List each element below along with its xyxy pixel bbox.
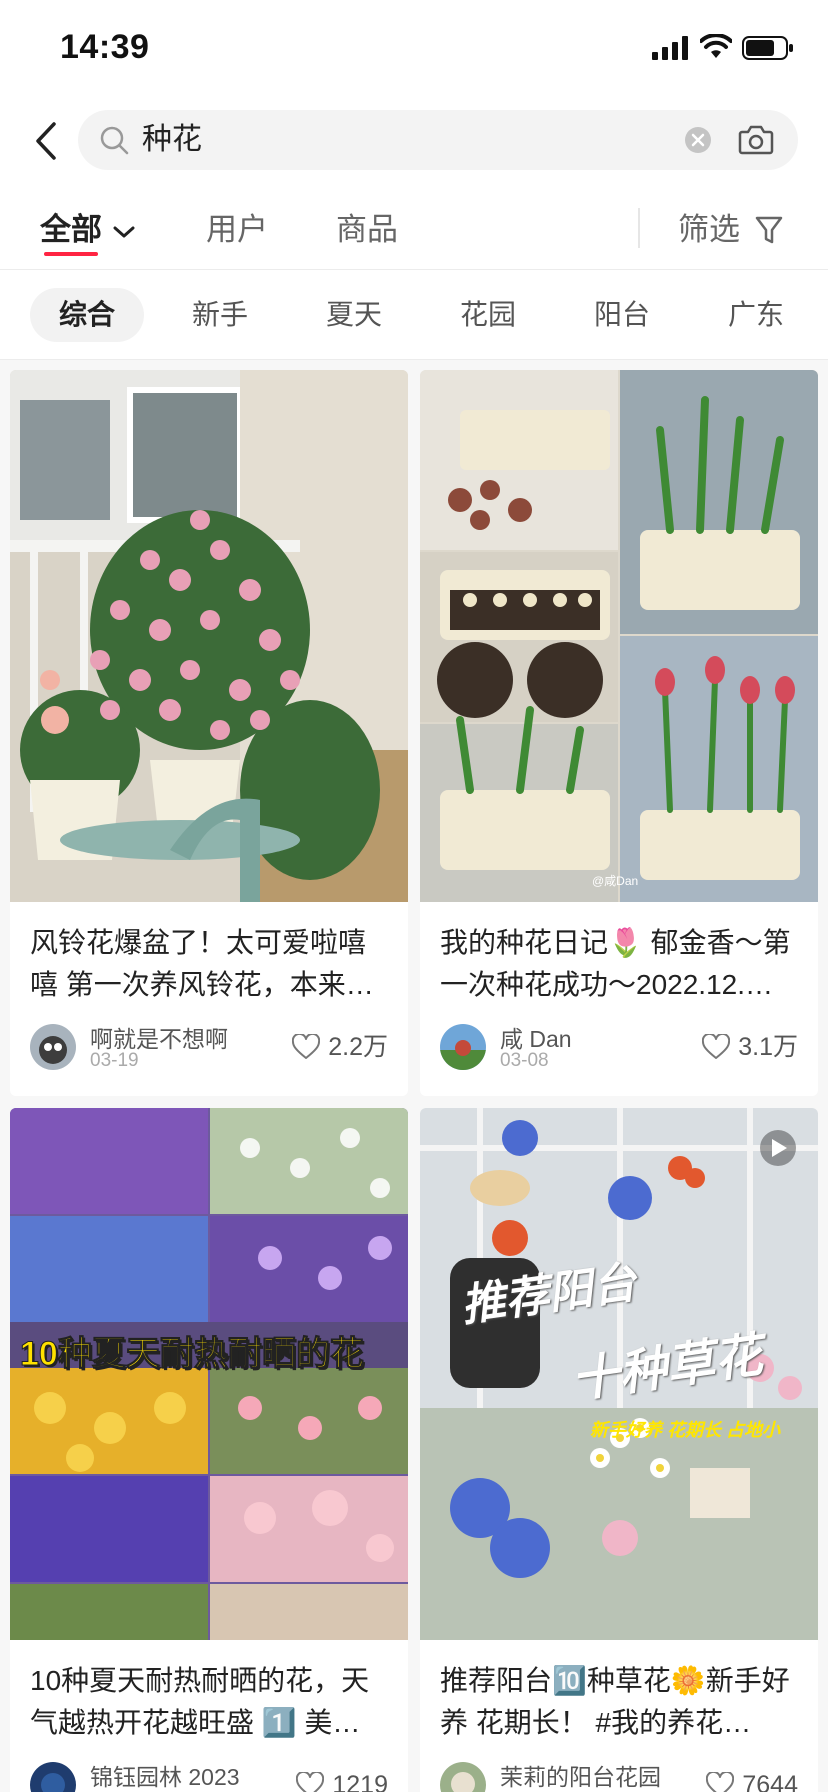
like-count[interactable]: 1219 <box>296 1770 388 1792</box>
note-cover-image[interactable]: @咸Dan <box>420 370 818 902</box>
chip-balcony[interactable]: 阳台 <box>565 288 679 342</box>
search-bar[interactable]: 种花 <box>78 110 798 170</box>
note-card[interactable]: @咸Dan 我的种花日记🌷 郁金香～第一次种花成功～2022.12.… 咸 Da… <box>420 370 818 1096</box>
search-query[interactable]: 种花 <box>142 122 202 158</box>
tab-goods[interactable]: 商品 <box>336 208 398 252</box>
avatar[interactable] <box>30 1024 76 1070</box>
like-count[interactable]: 3.1万 <box>702 1032 798 1062</box>
tab-users[interactable]: 用户 <box>206 208 268 252</box>
chip-beginner[interactable]: 新手 <box>163 288 277 342</box>
status-time: 14:39 <box>60 28 150 66</box>
filter-button[interactable]: 筛选 <box>678 208 783 252</box>
author-name[interactable]: 茉莉的阳台花园 <box>500 1758 661 1792</box>
result-type-tabs: 全部 用户 商品 筛选 <box>0 190 828 270</box>
heart-icon <box>296 1772 325 1792</box>
chip-guangdong[interactable]: 广东 <box>699 288 813 342</box>
status-bar: 14:39 <box>0 0 828 92</box>
chip-garden[interactable]: 花园 <box>431 288 545 342</box>
filter-funnel-icon <box>755 216 783 244</box>
active-tab-indicator <box>44 252 98 256</box>
clear-icon[interactable] <box>684 126 712 154</box>
tab-all-label: 全部 <box>40 212 102 247</box>
avatar[interactable] <box>440 1024 486 1070</box>
note-card[interactable]: 推荐阳台 十种草花 新手好养 花期长 占地小 推荐阳台🔟种草花🌼新手好养 花期长… <box>420 1108 818 1792</box>
heart-icon <box>706 1772 735 1792</box>
note-cover-image[interactable] <box>10 370 408 902</box>
author-name[interactable]: 咸 Dan <box>500 1020 572 1054</box>
avatar[interactable] <box>440 1762 486 1792</box>
cover-overlay-sub: 新手好养 花期长 占地小 <box>590 1420 781 1440</box>
heart-icon <box>292 1034 321 1059</box>
note-cover-image[interactable]: 10种夏天耐热耐晒的花 <box>10 1108 408 1640</box>
search-icon <box>100 126 129 155</box>
post-date: 03-19 <box>90 1050 139 1071</box>
battery-icon <box>742 36 793 60</box>
author-name[interactable]: 锦钰园林 2023 <box>90 1758 240 1792</box>
like-count-value: 2.2万 <box>328 1033 388 1061</box>
like-count-value: 1219 <box>332 1771 388 1792</box>
keyword-chips: 综合 新手 夏天 花园 阳台 广东 <box>0 272 828 360</box>
author-name[interactable]: 啊就是不想啊 <box>90 1020 228 1054</box>
note-card[interactable]: 10种夏天耐热耐晒的花 10种夏天耐热耐晒的花，天气越热开花越旺盛 1️⃣ 美…… <box>10 1108 408 1792</box>
note-card[interactable]: 风铃花爆盆了！太可爱啦嘻嘻 第一次养风铃花，本来… 啊就是不想啊 03-19 2… <box>10 370 408 1096</box>
camera-icon[interactable] <box>738 122 774 156</box>
cover-overlay-title: 10种夏天耐热耐晒的花 <box>20 1335 365 1374</box>
note-cover-image[interactable]: 推荐阳台 十种草花 新手好养 花期长 占地小 <box>420 1108 818 1640</box>
cover-watermark: @咸Dan <box>592 874 638 888</box>
results-feed: 风铃花爆盆了！太可爱啦嘻嘻 第一次养风铃花，本来… 啊就是不想啊 03-19 2… <box>0 360 828 1792</box>
like-count[interactable]: 2.2万 <box>292 1032 388 1062</box>
heart-icon <box>702 1034 731 1059</box>
tab-all[interactable]: 全部 <box>40 208 136 252</box>
avatar[interactable] <box>30 1762 76 1792</box>
chip-comprehensive[interactable]: 综合 <box>30 288 144 342</box>
like-count[interactable]: 7644 <box>706 1770 798 1792</box>
like-count-value: 7644 <box>742 1771 798 1792</box>
tab-divider <box>638 208 640 248</box>
cellular-signal-icon <box>652 36 688 60</box>
chip-summer[interactable]: 夏天 <box>297 288 411 342</box>
chevron-down-icon <box>113 226 135 238</box>
back-arrow-icon[interactable] <box>30 118 64 164</box>
note-title: 我的种花日记🌷 郁金香～第一次种花成功～2022.12.… <box>440 927 791 1000</box>
note-title: 风铃花爆盆了！太可爱啦嘻嘻 第一次养风铃花，本来… <box>30 927 374 1000</box>
like-count-value: 3.1万 <box>738 1033 798 1061</box>
note-title: 10种夏天耐热耐晒的花，天气越热开花越旺盛 1️⃣ 美… <box>30 1665 370 1738</box>
note-title: 推荐阳台🔟种草花🌼新手好养 花期长！ #我的养花… <box>440 1665 790 1738</box>
filter-label: 筛选 <box>678 212 740 247</box>
wifi-icon <box>700 34 732 58</box>
post-date: 03-08 <box>500 1050 549 1071</box>
